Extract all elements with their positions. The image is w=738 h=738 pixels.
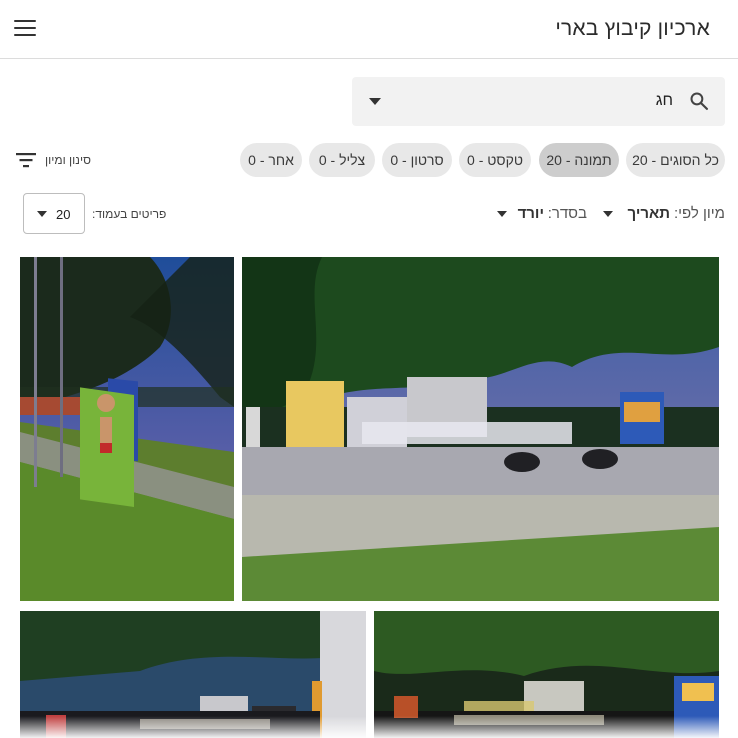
archive-photo-3[interactable]	[20, 611, 366, 738]
chip-audio[interactable]: צליל - 0	[309, 143, 375, 177]
sort-order-label: בסדר:	[547, 205, 587, 222]
sort-field-label: מיון לפי:	[673, 205, 725, 222]
archive-photo-4[interactable]	[374, 611, 719, 738]
chip-all-types[interactable]: כל הסוגים - 20	[626, 143, 725, 177]
photo-image	[20, 611, 366, 738]
photo-image	[374, 611, 719, 738]
app-bar: ארכיון קיבוץ בארי	[0, 0, 738, 59]
type-filter-chips: כל הסוגים - 20 תמונה - 20 טקסט - 0 סרטון…	[0, 143, 738, 177]
chip-text[interactable]: טקסט - 0	[459, 143, 531, 177]
photo-image	[20, 257, 234, 601]
caret-down-icon[interactable]	[369, 98, 381, 105]
sort-field-select[interactable]: תאריך	[627, 205, 670, 222]
per-page-value: 20	[56, 207, 71, 222]
chip-other[interactable]: אחר - 0	[240, 143, 302, 177]
caret-down-icon[interactable]	[603, 211, 613, 217]
search-icon[interactable]	[689, 91, 709, 111]
hamburger-icon-line	[14, 27, 36, 29]
menu-button[interactable]	[14, 19, 36, 38]
search-input[interactable]: חג	[656, 92, 673, 110]
app-title: ארכיון קיבוץ בארי	[555, 17, 710, 40]
filter-sort-button[interactable]: סינון ומיון	[16, 150, 91, 170]
sort-controls: מיון לפי: תאריך בסדר: יורד	[265, 200, 725, 228]
photo-image	[242, 257, 719, 601]
search-bar[interactable]: חג	[352, 77, 725, 126]
chip-video[interactable]: סרטון - 0	[382, 143, 452, 177]
caret-down-icon[interactable]	[497, 211, 507, 217]
filter-sort-label: סינון ומיון	[45, 153, 91, 167]
per-page-select[interactable]: 20	[23, 193, 85, 234]
per-page-label: פריטים בעמוד:	[92, 207, 167, 221]
filter-sort-icon	[16, 153, 36, 168]
archive-photo-1[interactable]	[20, 257, 234, 601]
sort-order-select[interactable]: יורד	[518, 205, 544, 222]
archive-photo-2[interactable]	[242, 257, 719, 601]
hamburger-icon-line	[14, 20, 36, 22]
chip-image[interactable]: תמונה - 20	[539, 143, 619, 177]
caret-down-icon	[37, 211, 47, 217]
hamburger-icon-line	[14, 34, 36, 36]
